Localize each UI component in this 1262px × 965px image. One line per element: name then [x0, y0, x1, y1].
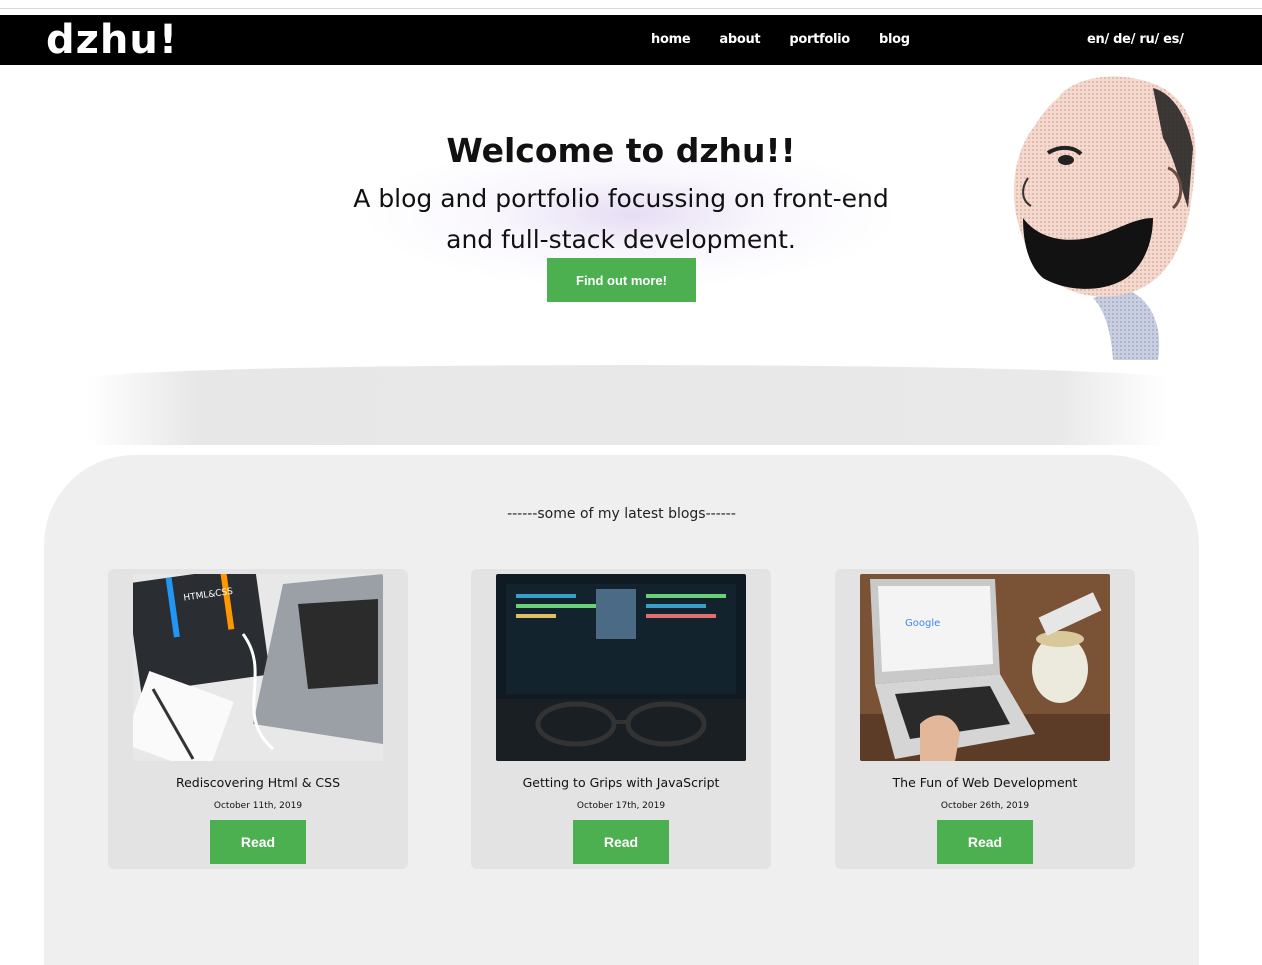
- latest-blogs-section: ------some of my latest blogs------ HTML…: [44, 455, 1199, 965]
- blog-title: Rediscovering Html & CSS: [175, 775, 341, 790]
- latest-blogs-heading: ------some of my latest blogs------: [507, 506, 736, 522]
- hero-subtitle-line: A blog and portfolio focussing on front-…: [353, 184, 889, 213]
- nav-link-blog[interactable]: blog: [879, 32, 910, 47]
- nav-link-about[interactable]: about: [719, 32, 760, 47]
- nav-link-home[interactable]: home: [651, 32, 691, 47]
- blog-card: HTML&CSS Rediscovering Html & CSS Octobe…: [108, 569, 408, 869]
- blog-card: Google The Fun of Web Development Octobe…: [835, 569, 1135, 869]
- main-nav: home about portfolio blog: [651, 32, 939, 47]
- blog-thumbnail-web-dev: Google: [860, 574, 1110, 761]
- lang-de[interactable]: de: [1113, 32, 1131, 47]
- lang-en[interactable]: en: [1087, 32, 1105, 47]
- find-out-more-button[interactable]: Find out more!: [547, 258, 696, 302]
- svg-text:Google: Google: [905, 618, 940, 629]
- blog-date: October 26th, 2019: [940, 801, 1030, 811]
- read-button[interactable]: Read: [210, 820, 306, 864]
- browser-top-strip: [0, 0, 1262, 9]
- blog-date: October 11th, 2019: [213, 801, 303, 811]
- lang-ru[interactable]: ru: [1139, 32, 1154, 47]
- decorative-wave: [88, 365, 1168, 445]
- read-button[interactable]: Read: [937, 820, 1033, 864]
- site-logo[interactable]: dzhu!: [46, 19, 178, 61]
- read-button[interactable]: Read: [573, 820, 669, 864]
- blog-date: October 17th, 2019: [576, 801, 666, 811]
- lang-es[interactable]: es: [1163, 32, 1179, 47]
- blog-thumbnail-javascript: [496, 574, 746, 761]
- lang-separator: /: [1179, 32, 1184, 47]
- hero-subtitle-line: and full-stack development.: [446, 225, 796, 254]
- nav-link-portfolio[interactable]: portfolio: [789, 32, 850, 47]
- blog-title: The Fun of Web Development: [892, 775, 1078, 790]
- hero-subtitle: A blog and portfolio focussing on front-…: [300, 178, 942, 260]
- lang-separator: /: [1104, 32, 1114, 47]
- blog-thumbnail-html-css: HTML&CSS: [133, 574, 383, 761]
- language-switcher: en/ de/ ru/ es/: [1087, 32, 1184, 47]
- author-portrait-image: [1013, 76, 1196, 360]
- lang-separator: /: [1154, 32, 1164, 47]
- blog-title: Getting to Grips with JavaScript: [522, 775, 720, 790]
- navbar: dzhu! home about portfolio blog en/ de/ …: [0, 15, 1262, 65]
- blog-card: Getting to Grips with JavaScript October…: [471, 569, 771, 869]
